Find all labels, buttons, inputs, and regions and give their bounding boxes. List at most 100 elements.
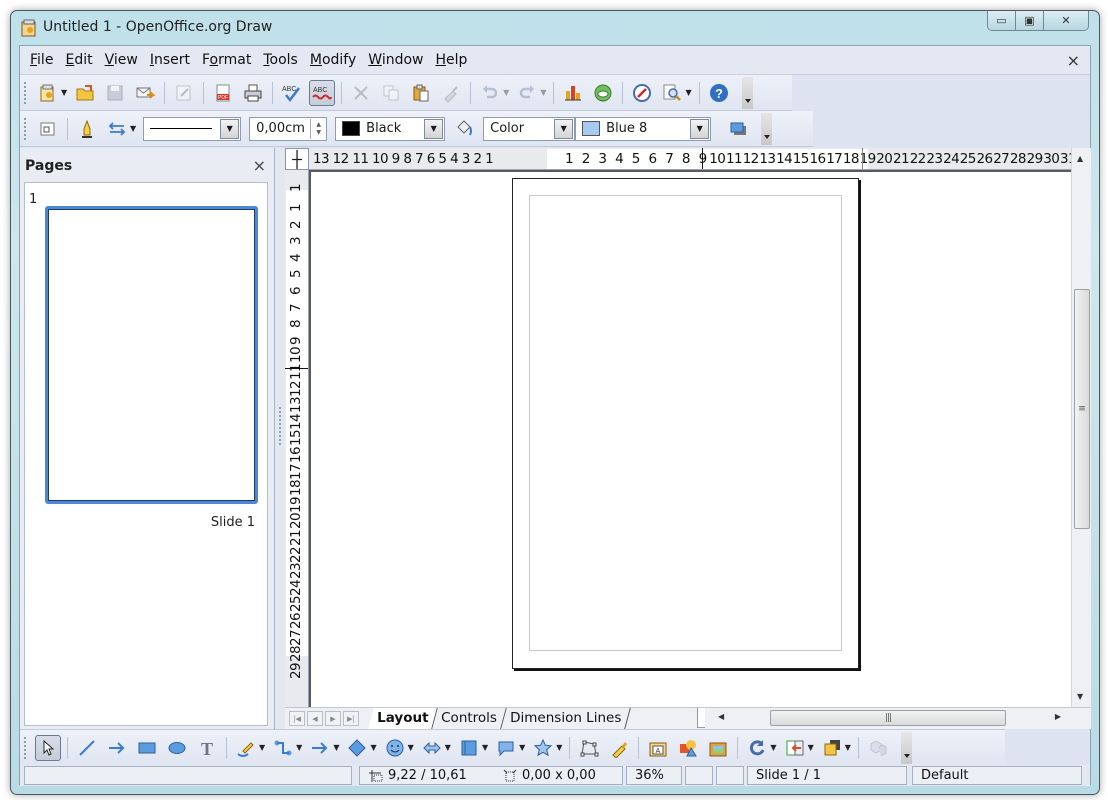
block-arrows-dropdown-icon[interactable]: ▼ <box>445 743 451 752</box>
line-color-select[interactable]: Black ▼ <box>335 116 446 141</box>
extrusion-button[interactable] <box>865 735 891 761</box>
vertical-scrollbar[interactable]: ▲ ≡ ▼ <box>1071 148 1091 707</box>
drawing-canvas[interactable] <box>309 170 1071 707</box>
line-button[interactable] <box>74 116 100 142</box>
lines-arrows-dropdown-icon[interactable]: ▼ <box>333 743 339 752</box>
spellcheck-button[interactable]: ABC <box>279 80 305 106</box>
print-button[interactable] <box>240 80 266 106</box>
area-style-dropdown-icon[interactable]: ▼ <box>554 118 574 139</box>
open-button[interactable] <box>72 80 98 106</box>
undo-button[interactable] <box>477 80 503 106</box>
toolbar-grip[interactable] <box>23 735 27 760</box>
area-color-dropdown-icon[interactable]: ▼ <box>690 118 710 139</box>
alignment-button[interactable] <box>782 735 808 761</box>
glue-points-button[interactable] <box>606 735 632 761</box>
vertical-scroll-thumb[interactable]: ≡ <box>1074 289 1090 529</box>
tab-dimension-lines[interactable]: Dimension Lines <box>501 708 632 729</box>
edit-file-button[interactable] <box>171 80 197 106</box>
first-layer-button[interactable]: |◀ <box>289 711 305 726</box>
new-button[interactable] <box>35 80 61 106</box>
export-pdf-button[interactable]: PDF <box>210 80 236 106</box>
gallery-insert-button[interactable] <box>705 735 731 761</box>
stars-button[interactable] <box>530 735 556 761</box>
line-width-spinner[interactable]: ▲ ▼ <box>310 118 326 139</box>
clone-formatting-button[interactable] <box>438 80 464 106</box>
menu-help[interactable]: Help <box>429 52 473 68</box>
block-arrows-button[interactable] <box>419 735 445 761</box>
curve-tool-button[interactable] <box>233 735 259 761</box>
zoom-level[interactable]: 36% <box>626 766 682 785</box>
toolbar-overflow-button[interactable] <box>741 76 753 109</box>
pane-splitter[interactable] <box>275 148 285 729</box>
area-style-select[interactable]: Color ▼ <box>483 116 576 141</box>
menu-file[interactable]: File <box>24 52 59 68</box>
menu-modify[interactable]: Modify <box>304 52 362 68</box>
basic-shapes-dropdown-icon[interactable]: ▼ <box>370 743 376 752</box>
redo-dropdown-icon[interactable]: ▼ <box>540 88 546 97</box>
autospellcheck-button[interactable]: ABC <box>309 79 336 106</box>
paste-button[interactable] <box>408 80 434 106</box>
menu-edit[interactable]: Edit <box>59 52 98 68</box>
horizontal-scrollbar[interactable]: ◀ ||| ▶ <box>710 709 1069 728</box>
menu-format[interactable]: Format <box>196 52 257 68</box>
flowchart-dropdown-icon[interactable]: ▼ <box>482 743 488 752</box>
pages-pane-close-button[interactable]: × <box>253 156 266 175</box>
stars-dropdown-icon[interactable]: ▼ <box>556 743 562 752</box>
symbol-shapes-button[interactable] <box>382 735 408 761</box>
rotate-dropdown-icon[interactable]: ▼ <box>770 743 776 752</box>
select-button[interactable] <box>35 734 61 761</box>
document-modified-field[interactable] <box>716 766 744 785</box>
shadow-button[interactable] <box>725 116 751 142</box>
line-width-field[interactable]: 0,00cm ▲ ▼ <box>249 116 328 141</box>
symbol-shapes-dropdown-icon[interactable]: ▼ <box>408 743 414 752</box>
callouts-dropdown-icon[interactable]: ▼ <box>519 743 525 752</box>
cut-button[interactable] <box>348 80 374 106</box>
rotate-button[interactable] <box>744 735 770 761</box>
toolbar-grip[interactable] <box>23 80 27 105</box>
scroll-right-icon[interactable]: ▶ <box>1055 712 1061 721</box>
email-button[interactable] <box>132 80 158 106</box>
next-layer-button[interactable]: ▶ <box>325 711 341 726</box>
insert-from-file-button[interactable] <box>675 735 701 761</box>
close-document-button[interactable]: × <box>1067 51 1080 70</box>
fontwork-button[interactable]: A <box>645 735 671 761</box>
menu-view[interactable]: View <box>99 52 144 68</box>
line-color-dropdown-icon[interactable]: ▼ <box>424 118 444 139</box>
tab-stop-selector[interactable]: ┼ <box>285 148 309 170</box>
redo-button[interactable] <box>514 80 540 106</box>
tab-area-splitter[interactable] <box>697 708 705 728</box>
last-layer-button[interactable]: ▶| <box>343 711 359 726</box>
vertical-ruler[interactable]: 1 1 2 3 4 5 6 7 8 9 10 11 12 13 14 15 16 17 18 19 20 21 22 23 2… <box>285 170 309 707</box>
styles-formatting-button[interactable] <box>35 116 61 142</box>
basic-shapes-button[interactable] <box>344 735 370 761</box>
scroll-up-icon[interactable]: ▲ <box>1077 154 1083 163</box>
toolbar-overflow-button[interactable] <box>900 731 912 764</box>
new-dropdown-icon[interactable]: ▼ <box>61 88 67 97</box>
zoom-dropdown-icon[interactable]: ▼ <box>685 88 691 97</box>
toolbar-grip[interactable] <box>23 116 27 141</box>
minimize-button[interactable]: ▭ <box>988 11 1016 30</box>
flowchart-button[interactable] <box>456 735 482 761</box>
connector-dropdown-icon[interactable]: ▼ <box>296 743 302 752</box>
insert-mode-field[interactable] <box>685 766 713 785</box>
navigator-button[interactable] <box>629 80 655 106</box>
chart-button[interactable] <box>560 80 586 106</box>
menu-window[interactable]: Window <box>362 52 429 68</box>
text-tool-button[interactable]: T <box>194 735 220 761</box>
connector-tool-button[interactable] <box>270 735 296 761</box>
scroll-down-icon[interactable]: ▼ <box>1077 692 1083 701</box>
tab-controls[interactable]: Controls <box>432 708 508 729</box>
rectangle-tool-button[interactable] <box>134 735 160 761</box>
zoom-button[interactable] <box>659 80 685 106</box>
callouts-button[interactable] <box>493 735 519 761</box>
lines-arrows-tool-button[interactable] <box>307 735 333 761</box>
tab-layout[interactable]: Layout <box>368 708 439 729</box>
save-button[interactable] <box>102 80 128 106</box>
line-tool-button[interactable] <box>74 735 100 761</box>
arrow-style-button[interactable] <box>104 116 130 142</box>
scroll-left-icon[interactable]: ◀ <box>718 712 724 721</box>
previous-layer-button[interactable]: ◀ <box>307 711 323 726</box>
toolbar-overflow-button[interactable] <box>761 112 773 145</box>
menu-tools[interactable]: Tools <box>257 52 304 68</box>
horizontal-scroll-thumb[interactable]: ||| <box>770 710 1006 726</box>
